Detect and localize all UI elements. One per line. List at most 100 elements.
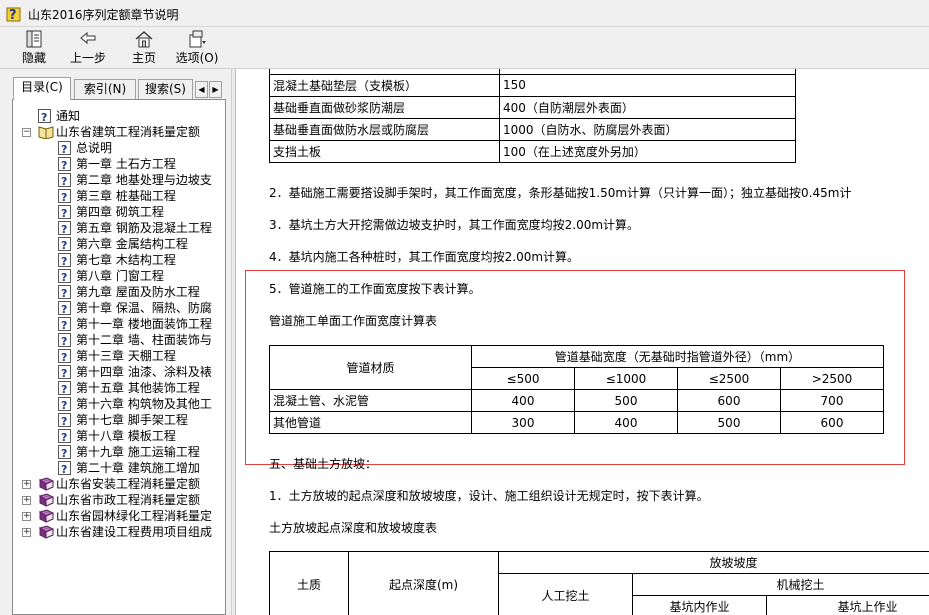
window-title: 山东2016序列定额章节说明	[28, 8, 179, 22]
hide-label: 隐藏	[21, 51, 46, 65]
help-page-icon: ?	[58, 141, 71, 155]
tree-item-chapter[interactable]: ? 第十九章 施工运输工程	[58, 444, 200, 460]
tree-expand-button[interactable]: +	[22, 496, 31, 505]
svg-text:?: ?	[61, 287, 67, 299]
back-arrow-icon	[80, 31, 96, 45]
help-page-icon: ?	[38, 109, 51, 123]
table-row: 混凝土管、水泥管 400 500 600 700	[269, 389, 884, 412]
table-row: 土质 起点深度(m) 放坡坡度	[269, 551, 929, 615]
tab-contents[interactable]: 目录(C)	[13, 77, 71, 100]
tree-item-chapter[interactable]: ? 第十一章 楼地面装饰工程	[58, 316, 212, 332]
svg-text:?: ?	[61, 463, 67, 475]
width-header: 管道基础宽度（无基础时指管道外径）（mm）	[471, 345, 884, 368]
tree-item-chapter[interactable]: ? 第十三章 天棚工程	[58, 348, 176, 364]
tree-item-chapter[interactable]: ? 第十章 保温、隔热、防腐	[58, 300, 212, 316]
closed-book-icon	[38, 509, 54, 523]
tree-item-chapter[interactable]: ? 第八章 门窗工程	[58, 268, 164, 284]
table-row: 其他管道 300 400 500 600	[269, 411, 884, 434]
svg-text:?: ?	[61, 415, 67, 427]
table-row: 基础垂直面做防水层或防腐层 1000（自防水、防腐层外表面）	[269, 117, 796, 141]
svg-text:?: ?	[61, 399, 67, 411]
home-icon	[135, 31, 153, 48]
tree-item-chapter[interactable]: ? 第四章 砌筑工程	[58, 204, 164, 220]
options-button[interactable]: 选项(O)	[174, 29, 220, 67]
svg-text:?: ?	[61, 447, 67, 459]
help-page-icon: ?	[58, 317, 71, 331]
home-button[interactable]: 主页	[124, 29, 164, 67]
tree-item-chapter[interactable]: ? 第七章 木结构工程	[58, 252, 176, 268]
help-page-icon: ?	[58, 301, 71, 315]
tree-item-chapter[interactable]: ? 第五章 钢筋及混凝土工程	[58, 220, 212, 236]
section-heading-slope: 五、基础土方放坡：	[269, 457, 378, 471]
help-page-icon: ?	[58, 157, 71, 171]
tree-item-chapter[interactable]: ? 第十七章 脚手架工程	[58, 412, 188, 428]
paragraph-3: 3．基坑土方大开挖需做边坡支护时，其工作面宽度均按2.00m计算。	[269, 218, 640, 232]
help-page-icon: ?	[58, 365, 71, 379]
back-button[interactable]: 上一步	[66, 29, 110, 67]
back-label: 上一步	[69, 51, 106, 65]
tree-item-chapter[interactable]: ? 第十五章 其他装饰工程	[58, 380, 200, 396]
svg-text:?: ?	[61, 367, 67, 379]
svg-text:?: ?	[61, 303, 67, 315]
table-row: 管道材质 管道基础宽度（无基础时指管道外径）（mm）	[269, 345, 884, 390]
tree-item-chapter[interactable]: ? 第九章 屋面及防水工程	[58, 284, 200, 300]
open-book-icon	[38, 126, 54, 139]
table-row: 混凝土基础垫层（支模板） 150	[269, 73, 796, 97]
tree-expand-button[interactable]: +	[22, 480, 31, 489]
closed-book-icon	[38, 477, 54, 491]
tree-item-chapter[interactable]: ? 总说明	[58, 140, 112, 156]
svg-text:?: ?	[61, 383, 67, 395]
tree-item-chapter[interactable]: ? 第十六章 构筑物及其他工	[58, 396, 212, 412]
tree-item-book[interactable]: 山东省安装工程消耗量定额	[38, 476, 200, 492]
table-row: 基础垂直面做砂浆防潮层 400（自防潮层外表面）	[269, 95, 796, 119]
slope-table: 土质 起点深度(m) 放坡坡度 人工挖土 机械挖土 基坑内作业 基坑上作业	[269, 551, 929, 615]
tree-item-chapter[interactable]: ? 第一章 土石方工程	[58, 156, 176, 172]
tree-item-notice[interactable]: ? 通知	[38, 108, 80, 124]
help-page-icon: ?	[58, 253, 71, 267]
tree-expand-button[interactable]: +	[22, 512, 31, 521]
help-page-icon: ?	[58, 333, 71, 347]
tree-item-chapter[interactable]: ? 第二十章 建筑施工增加	[58, 460, 200, 476]
tab-scroll-right-button[interactable]: ▶	[209, 81, 222, 98]
svg-text:?: ?	[61, 207, 67, 219]
title-bar: ? 山东2016序列定额章节说明	[0, 0, 929, 27]
tree-expand-button[interactable]: +	[22, 528, 31, 537]
workface-width-table: 混凝土基础垫层（支模板） 150 基础垂直面做砂浆防潮层 400（自防潮层外表面） …	[269, 69, 796, 163]
tree-collapse-button[interactable]: −	[22, 128, 31, 137]
hide-button[interactable]: 隐藏	[14, 29, 54, 67]
tree-item-chapter[interactable]: ? 第十四章 油漆、涂料及裱	[58, 364, 212, 380]
svg-text:?: ?	[41, 111, 47, 123]
closed-book-icon	[38, 525, 54, 539]
help-page-icon: ?	[58, 205, 71, 219]
svg-text:?: ?	[61, 191, 67, 203]
help-page-icon: ?	[58, 461, 71, 475]
svg-text:?: ?	[61, 175, 67, 187]
svg-text:?: ?	[61, 159, 67, 171]
tree-item-book[interactable]: 山东省园林绿化工程消耗量定	[38, 508, 212, 524]
tree-item-chapter[interactable]: ? 第二章 地基处理与边坡支	[58, 172, 212, 188]
svg-text:?: ?	[61, 239, 67, 251]
tree-item-chapter[interactable]: ? 第十二章 墙、柱面装饰与	[58, 332, 212, 348]
options-label: 选项(O)	[175, 51, 219, 65]
tree-item-chapter[interactable]: ? 第十八章 模板工程	[58, 428, 176, 444]
paragraph-4: 4．基坑内施工各种桩时，其工作面宽度均按2.00m计算。	[269, 250, 580, 264]
svg-text:?: ?	[61, 143, 67, 155]
help-page-icon: ?	[58, 413, 71, 427]
svg-text:?: ?	[61, 255, 67, 267]
slope-table-title: 土方放坡起点深度和放坡坡度表	[269, 521, 438, 535]
tab-search[interactable]: 搜索(S)	[138, 79, 193, 99]
svg-text:?: ?	[61, 431, 67, 443]
tree-item-chapter[interactable]: ? 第三章 桩基础工程	[58, 188, 176, 204]
tree-item-chapter[interactable]: ? 第六章 金属结构工程	[58, 236, 188, 252]
options-icon	[189, 30, 206, 48]
pipe-workface-table: 管道材质 管道基础宽度（无基础时指管道外径）（mm） ≤500 ≤1000 ≤2…	[269, 345, 884, 434]
tree-item-book[interactable]: 山东省市政工程消耗量定额	[38, 492, 200, 508]
content-pane: 混凝土基础垫层（支模板） 150 基础垂直面做砂浆防潮层 400（自防潮层外表面） …	[236, 69, 929, 615]
help-page-icon: ?	[58, 397, 71, 411]
material-header: 管道材质	[269, 345, 472, 390]
tree-item-building[interactable]: 山东省建筑工程消耗量定额	[38, 124, 200, 140]
help-page-icon: ?	[58, 429, 71, 443]
tab-scroll-left-button[interactable]: ◀	[195, 81, 208, 98]
tab-index[interactable]: 索引(N)	[74, 79, 136, 99]
tree-item-book[interactable]: 山东省建设工程费用项目组成	[38, 524, 212, 540]
